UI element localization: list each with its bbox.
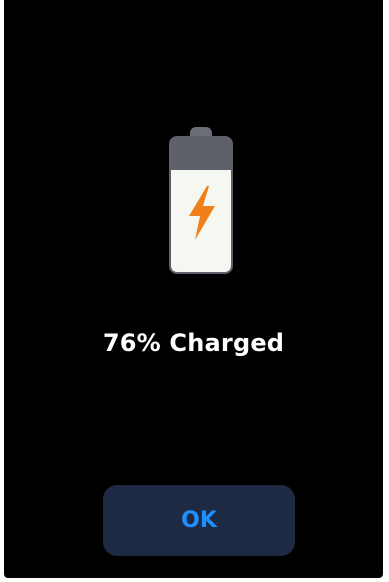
charge-status-text: 76% Charged bbox=[102, 329, 285, 357]
ok-button[interactable]: OK bbox=[103, 485, 295, 556]
battery-body bbox=[169, 136, 233, 274]
lightning-bolt-icon bbox=[189, 186, 215, 240]
battery-icon bbox=[169, 127, 233, 274]
charging-screen: 76% Charged OK bbox=[4, 0, 383, 578]
